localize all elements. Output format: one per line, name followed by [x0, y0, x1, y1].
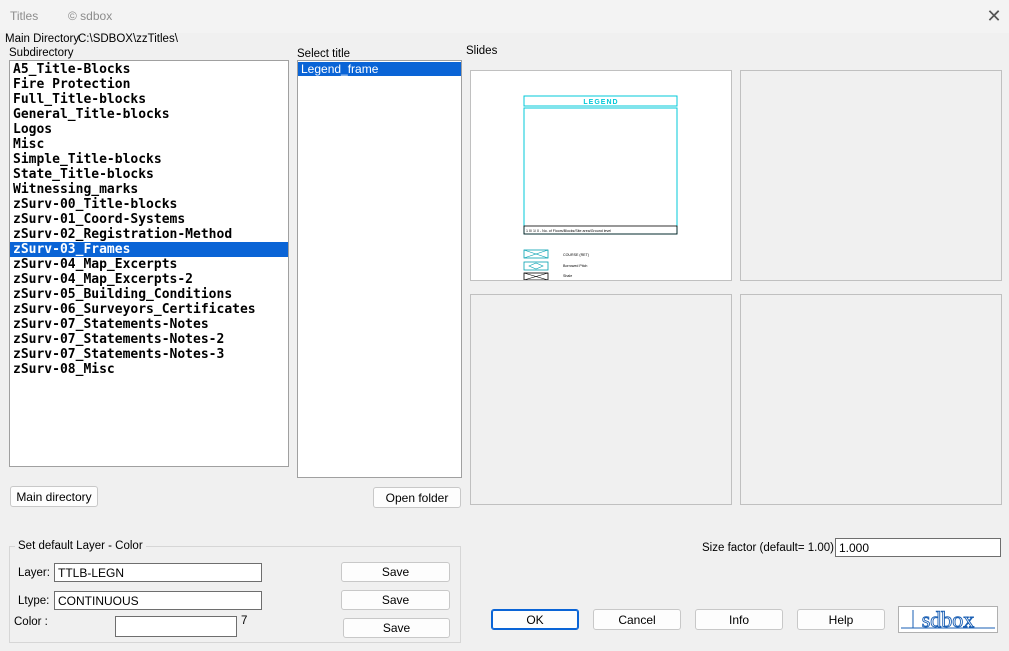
svg-text:Borrowed Pitch: Borrowed Pitch	[563, 264, 587, 268]
info-button[interactable]: Info	[695, 609, 783, 630]
subdirectory-item[interactable]: zSurv-02_Registration-Method	[10, 227, 288, 242]
subdirectory-item[interactable]: zSurv-07_Statements-Notes	[10, 317, 288, 332]
subdirectory-item[interactable]: zSurv-04_Map_Excerpts	[10, 257, 288, 272]
layer-input[interactable]	[54, 563, 262, 582]
color-label: Color :	[14, 616, 48, 628]
select-title-label: Select title	[297, 48, 351, 60]
sdbox-logo-text: sdbox	[922, 607, 975, 632]
main-directory-label: Main Directory	[5, 33, 80, 45]
subdirectory-item[interactable]: State_Title-blocks	[10, 167, 288, 182]
subdirectory-item[interactable]: Misc	[10, 137, 288, 152]
subdirectory-label: Subdirectory	[9, 47, 74, 59]
slide-2[interactable]	[740, 70, 1002, 281]
slide-3[interactable]	[470, 294, 732, 505]
open-folder-button[interactable]: Open folder	[373, 487, 461, 508]
legend-entry-2: Borrowed Pitch	[523, 261, 587, 271]
layer-color-group-label: Set default Layer - Color	[15, 540, 146, 552]
size-factor-input[interactable]	[835, 538, 1001, 557]
ltype-label: Ltype:	[18, 595, 50, 607]
subdirectory-list[interactable]: A5_Title-Blocks Fire Protection Full_Title…	[9, 60, 289, 467]
subdirectory-item[interactable]: zSurv-01_Coord-Systems	[10, 212, 288, 227]
subdirectory-item[interactable]: General_Title-blocks	[10, 107, 288, 122]
color-input[interactable]	[115, 616, 237, 637]
subdirectory-item[interactable]: zSurv-07_Statements-Notes-3	[10, 347, 288, 362]
help-button[interactable]: Help	[797, 609, 885, 630]
subdirectory-item[interactable]: zSurv-05_Building_Conditions	[10, 287, 288, 302]
legend-entry-1: COURSE (RET)	[523, 249, 589, 259]
ok-button[interactable]: OK	[491, 609, 579, 630]
size-factor-label: Size factor (default= 1.00):	[702, 542, 838, 554]
close-icon[interactable]: ✕	[984, 6, 1004, 26]
save-color-button[interactable]: Save	[343, 618, 450, 638]
subdirectory-item[interactable]: Full_Title-blocks	[10, 92, 288, 107]
svg-text:Shale: Shale	[563, 274, 572, 278]
subdirectory-item[interactable]: Logos	[10, 122, 288, 137]
slides-label: Slides	[466, 45, 498, 57]
window-copyright: © sdbox	[68, 9, 113, 23]
title-bar	[0, 0, 1009, 33]
subdirectory-item[interactable]: zSurv-07_Statements-Notes-2	[10, 332, 288, 347]
svg-text:COURSE (RET): COURSE (RET)	[563, 253, 589, 257]
layer-label: Layer:	[18, 567, 50, 579]
subdirectory-item[interactable]: zSurv-03_Frames	[10, 242, 288, 257]
title-item[interactable]: Legend_frame	[298, 62, 461, 76]
slide-1[interactable]: LEGEND 1 0/ 1/ 0 - No. of Floors/Blocks/…	[470, 70, 732, 281]
legend-frame-preview: LEGEND 1 0/ 1/ 0 - No. of Floors/Blocks/…	[523, 95, 678, 280]
ltype-input[interactable]	[54, 591, 262, 610]
subdirectory-item[interactable]: zSurv-04_Map_Excerpts-2	[10, 272, 288, 287]
subdirectory-item[interactable]: Fire Protection	[10, 77, 288, 92]
subdirectory-item[interactable]: zSurv-00_Title-blocks	[10, 197, 288, 212]
save-ltype-button[interactable]: Save	[341, 590, 450, 610]
subdirectory-item[interactable]: zSurv-06_Surveyors_Certificates	[10, 302, 288, 317]
legend-header-text: LEGEND	[583, 99, 618, 106]
save-layer-button[interactable]: Save	[341, 562, 450, 582]
main-directory-button[interactable]: Main directory	[10, 486, 98, 507]
legend-body-box	[523, 107, 678, 235]
subdirectory-item[interactable]: Simple_Title-blocks	[10, 152, 288, 167]
color-number: 7	[241, 615, 248, 627]
subdirectory-item[interactable]: zSurv-08_Misc	[10, 362, 288, 377]
subdirectory-item[interactable]: A5_Title-Blocks	[10, 62, 288, 77]
cancel-button[interactable]: Cancel	[593, 609, 681, 630]
main-directory-path: C:\SDBOX\zzTitles\	[78, 33, 178, 45]
sdbox-logo-graphic: sdbox	[901, 607, 995, 632]
sdbox-logo: sdbox	[898, 606, 998, 633]
legend-entry-3: Shale	[523, 272, 572, 280]
subdirectory-item[interactable]: Witnessing_marks	[10, 182, 288, 197]
legend-footer-text: 1 0/ 1/ 0 - No. of Floors/Blocks/Site ar…	[526, 229, 611, 233]
window-title: Titles	[10, 9, 39, 23]
title-list[interactable]: Legend_frame	[297, 60, 462, 478]
slide-4[interactable]	[740, 294, 1002, 505]
